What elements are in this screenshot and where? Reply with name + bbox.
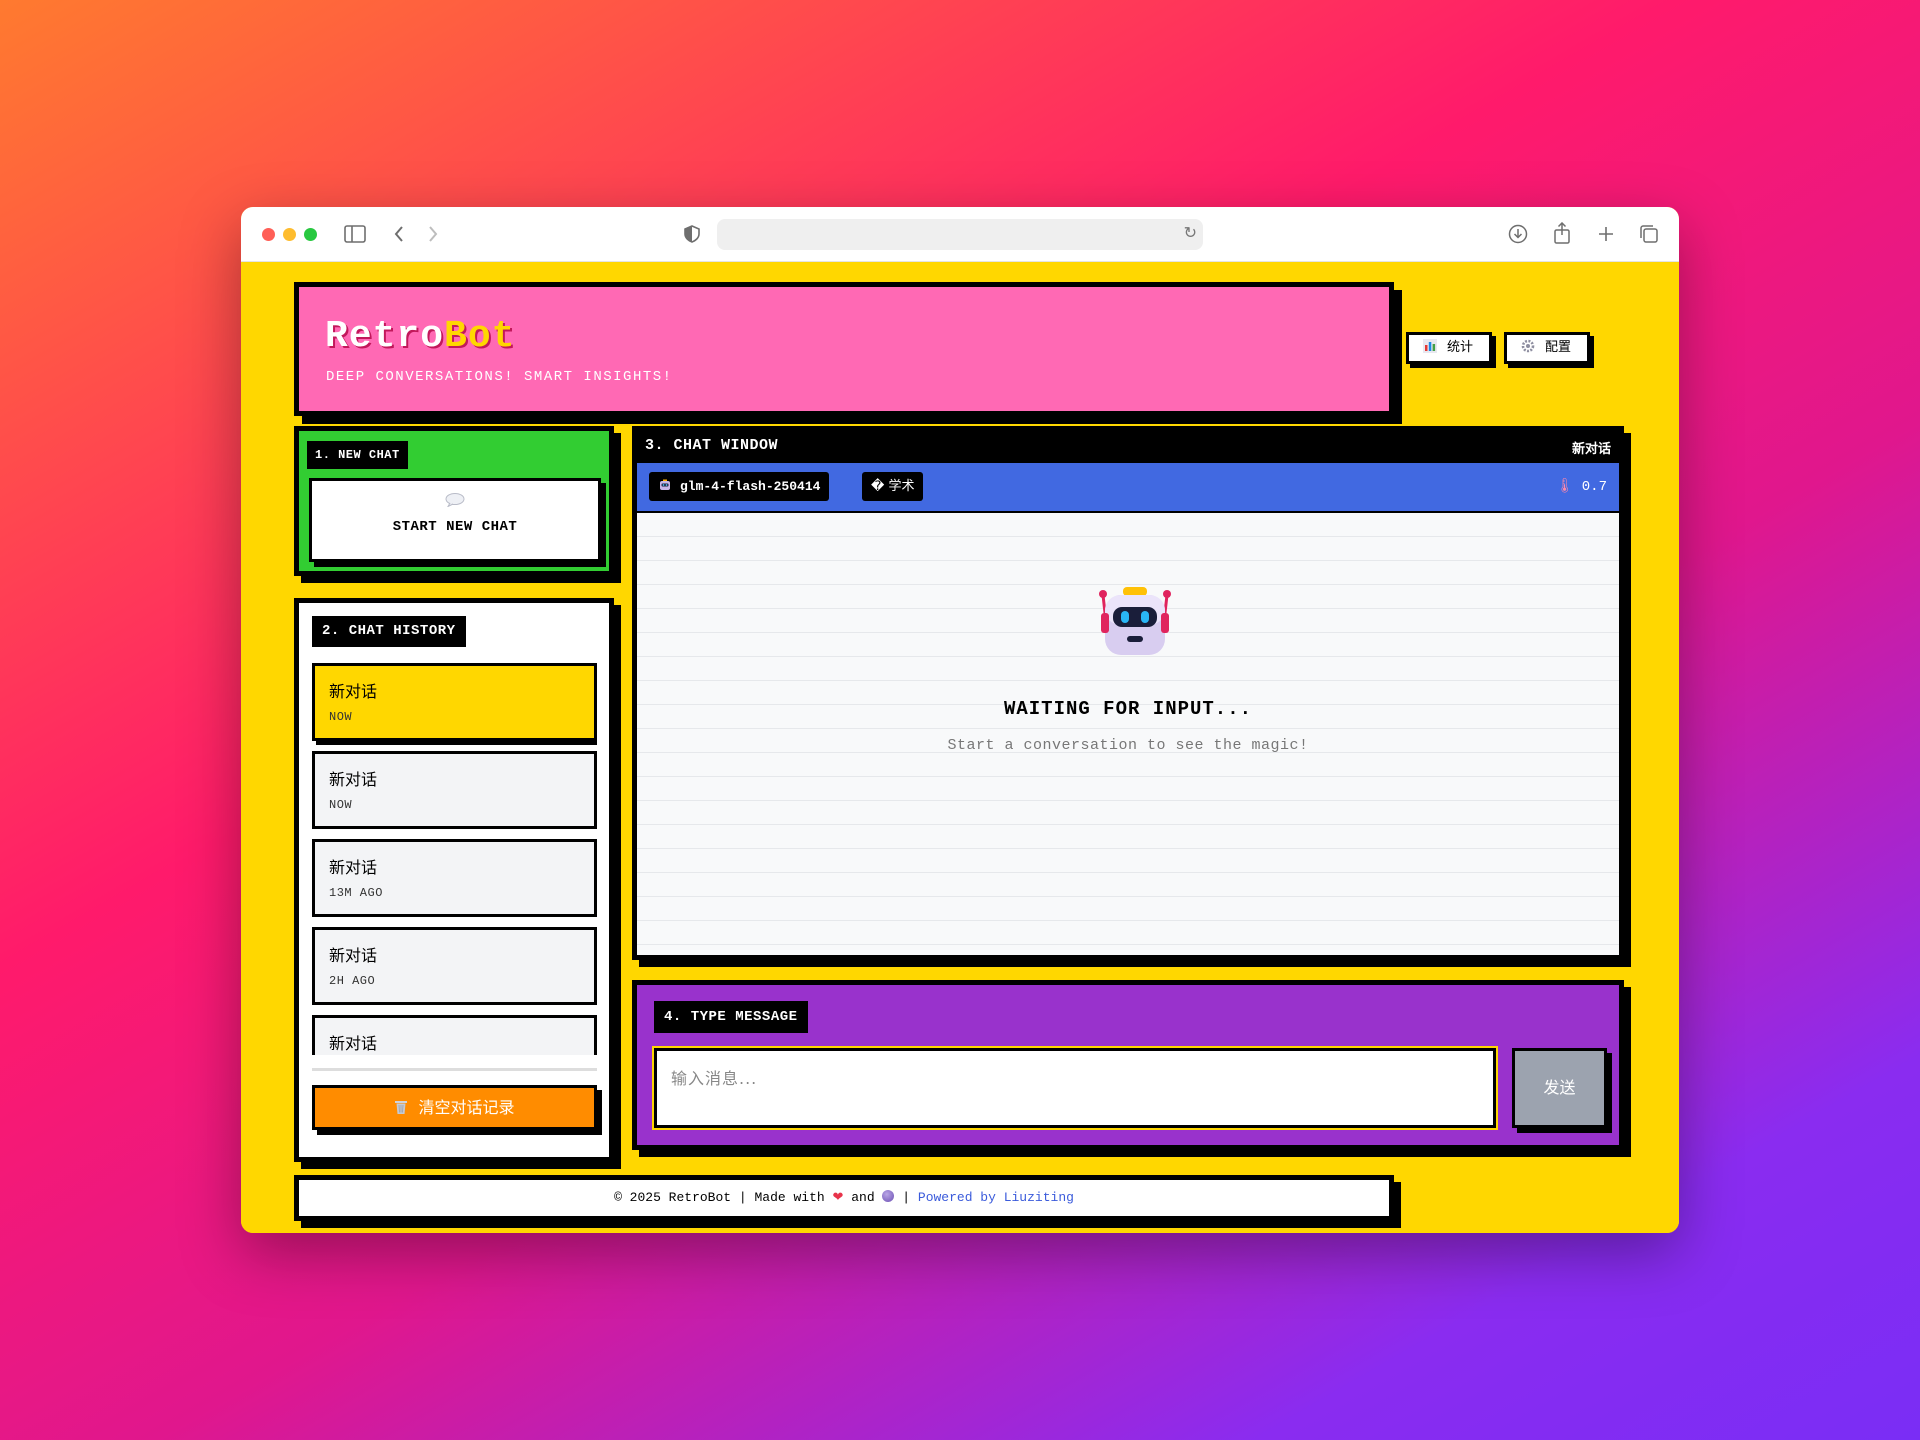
minimize-window-button[interactable] — [283, 228, 296, 241]
tab-overview-icon[interactable] — [1635, 219, 1663, 249]
new-chat-panel: 1. NEW CHAT START NEW CHAT — [294, 426, 614, 576]
send-button[interactable]: 发送 — [1512, 1048, 1607, 1128]
history-item-time: NOW — [329, 710, 353, 724]
trash-icon — [395, 1101, 408, 1114]
history-item-title: 新对话 — [329, 946, 378, 965]
brand-name-part2: Bot — [444, 315, 516, 358]
chat-history-section-label: 2. CHAT HISTORY — [312, 616, 466, 647]
chat-settings-bar: glm-4-flash-250414 � 学术 🌡 0.7 — [637, 463, 1619, 511]
mode-chip[interactable]: � 学术 — [862, 472, 924, 501]
sidebar-toggle-icon[interactable] — [341, 219, 369, 249]
brand-logo: RetroBot — [325, 315, 515, 358]
history-item-time: 2H AGO — [329, 974, 376, 988]
robot-icon — [1099, 587, 1171, 655]
stats-button-label: 统计 — [1447, 340, 1474, 355]
history-item[interactable]: 新对话 13M AGO — [312, 839, 597, 917]
app-header: RetroBot DEEP CONVERSATIONS! SMART INSIG… — [294, 282, 1590, 416]
robot-small-icon — [660, 479, 670, 490]
message-area[interactable]: WAITING FOR INPUT... Start a conversatio… — [637, 513, 1619, 955]
thermometer-icon: 🌡 — [1556, 478, 1574, 494]
back-icon[interactable] — [385, 219, 413, 249]
temperature-display[interactable]: 🌡 0.7 — [1556, 478, 1607, 495]
history-item[interactable]: 新对话 — [312, 1015, 597, 1055]
history-item-title: 新对话 — [329, 1034, 378, 1053]
empty-state-title: WAITING FOR INPUT... — [1003, 698, 1253, 720]
empty-state-hint: Start a conversation to see the magic! — [947, 737, 1309, 754]
stats-button[interactable]: 统计 — [1406, 332, 1492, 364]
history-item-time: NOW — [329, 798, 353, 812]
new-chat-section-label: 1. NEW CHAT — [307, 441, 408, 469]
heart-icon: ❤ — [832, 1190, 844, 1205]
history-item-title: 新对话 — [329, 770, 378, 789]
privacy-shield-icon[interactable] — [678, 219, 706, 249]
app-page: RetroBot DEEP CONVERSATIONS! SMART INSIG… — [241, 262, 1679, 1233]
message-input[interactable]: 输入消息... — [652, 1046, 1498, 1130]
config-button[interactable]: 配置 — [1504, 332, 1590, 364]
browser-toolbar: ↻ — [241, 207, 1679, 262]
history-item[interactable]: 新对话 NOW — [312, 663, 597, 741]
browser-window: ↻ RetroBot DEEP CONVERSATIONS! SMART INS… — [241, 207, 1679, 1233]
chat-history-list[interactable]: 新对话 NOW 新对话 NOW 新对话 13M AGO 新对话 2H AGO 新… — [312, 663, 597, 1055]
footer-separator: | — [902, 1190, 911, 1205]
chat-window-section-label: 3. CHAT WINDOW — [645, 437, 779, 454]
config-button-label: 配置 — [1545, 340, 1572, 355]
history-item-title: 新对话 — [329, 682, 378, 701]
start-new-chat-label: START NEW CHAT — [392, 519, 518, 535]
brand-name-part1: Retro — [325, 315, 445, 358]
chat-window-panel: 3. CHAT WINDOW 新对话 glm-4-flash-250414 � … — [632, 426, 1624, 960]
zoom-window-button[interactable] — [304, 228, 317, 241]
tagline: DEEP CONVERSATIONS! SMART INSIGHTS! — [326, 369, 673, 385]
message-input-panel: 4. TYPE MESSAGE 输入消息... 发送 — [632, 980, 1624, 1150]
gear-icon — [1521, 339, 1535, 353]
chat-history-panel: 2. CHAT HISTORY 新对话 NOW 新对话 NOW 新对话 13M … — [294, 598, 614, 1162]
model-chip[interactable]: glm-4-flash-250414 — [649, 472, 830, 501]
conversation-title: 新对话 — [1571, 442, 1611, 457]
powered-by-link[interactable]: Powered by Liuziting — [918, 1190, 1074, 1205]
address-bar[interactable]: ↻ — [717, 219, 1203, 250]
clear-history-button[interactable]: 清空对话记录 — [312, 1085, 597, 1130]
history-item[interactable]: 新对话 2H AGO — [312, 927, 597, 1005]
type-message-section-label: 4. TYPE MESSAGE — [654, 1001, 808, 1033]
crystal-ball-icon — [882, 1190, 895, 1202]
history-item-title: 新对话 — [329, 858, 378, 877]
speech-bubble-icon — [445, 493, 465, 507]
new-tab-icon[interactable] — [1592, 219, 1620, 249]
downloads-icon[interactable] — [1504, 219, 1532, 249]
forward-icon[interactable] — [419, 219, 447, 249]
close-window-button[interactable] — [262, 228, 275, 241]
history-item-time: 13M AGO — [329, 886, 383, 900]
footer-copyright: © 2025 RetroBot | Made with — [614, 1190, 825, 1205]
bar-chart-icon — [1423, 339, 1437, 353]
model-name: glm-4-flash-250414 — [680, 479, 821, 494]
history-divider — [312, 1068, 597, 1071]
history-item[interactable]: 新对话 NOW — [312, 751, 597, 829]
start-new-chat-button[interactable]: START NEW CHAT — [309, 478, 601, 562]
footer: © 2025 RetroBot | Made with ❤ and | Powe… — [294, 1175, 1394, 1221]
share-icon[interactable] — [1548, 219, 1576, 249]
temperature-value: 0.7 — [1581, 479, 1607, 495]
reload-icon[interactable]: ↻ — [1184, 223, 1197, 242]
footer-and: and — [851, 1190, 875, 1205]
clear-history-label: 清空对话记录 — [418, 1098, 515, 1117]
